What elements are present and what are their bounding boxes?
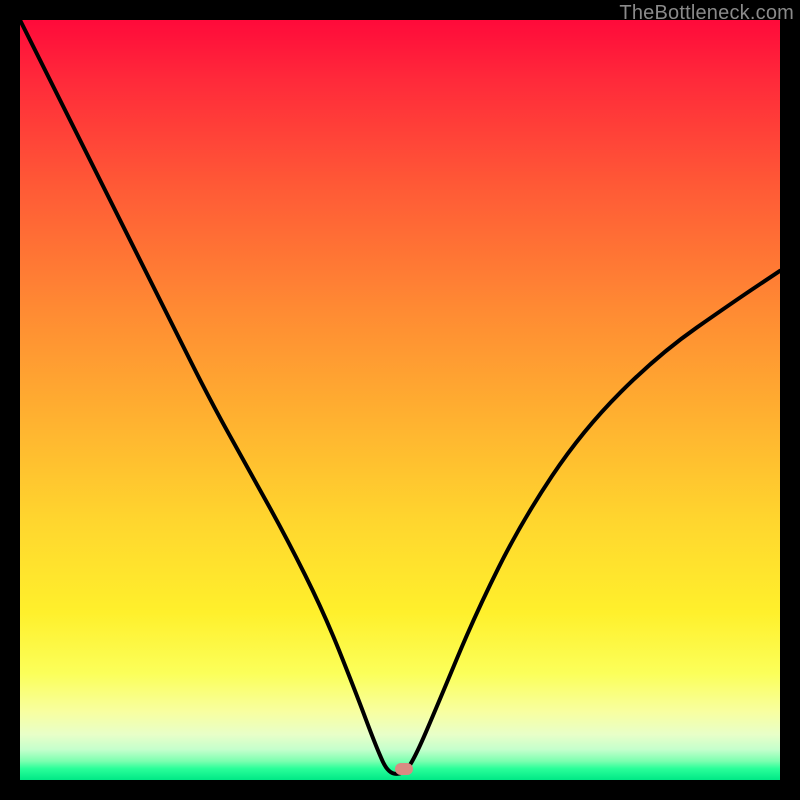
optimal-marker: [395, 763, 413, 775]
chart-frame: TheBottleneck.com: [0, 0, 800, 800]
plot-area: [20, 20, 780, 780]
curve-path: [20, 20, 780, 774]
bottleneck-curve: [20, 20, 780, 780]
